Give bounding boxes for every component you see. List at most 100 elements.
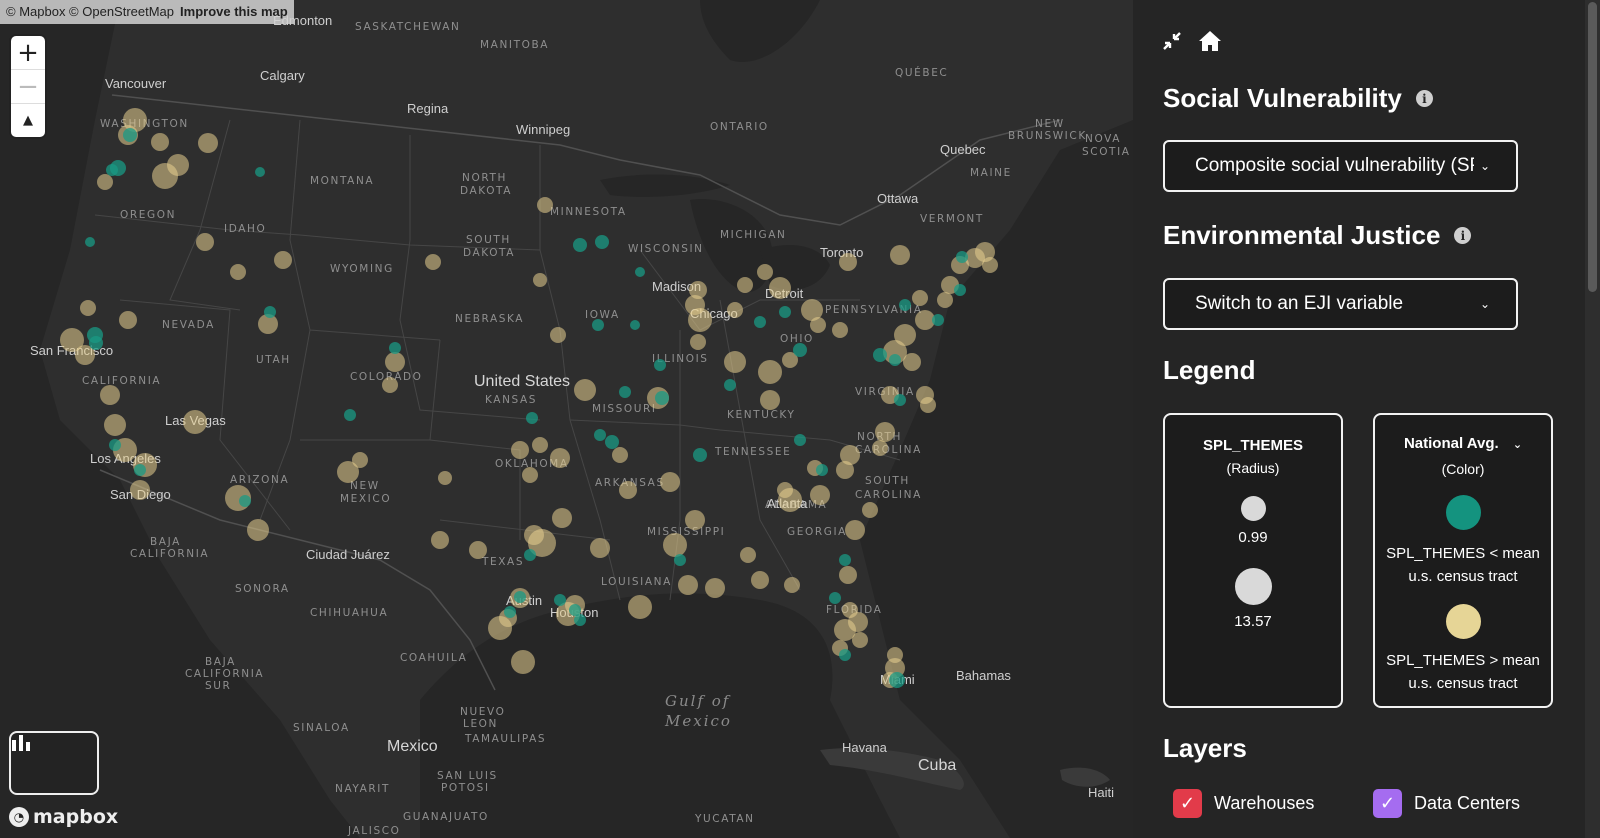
map-data-point[interactable]: [836, 461, 854, 479]
map-data-point[interactable]: [594, 429, 606, 441]
map-data-point[interactable]: [834, 619, 856, 641]
map-data-point[interactable]: [872, 440, 888, 456]
map-data-point[interactable]: [537, 197, 553, 213]
panel-scrollbar[interactable]: [1585, 0, 1600, 838]
map-data-point[interactable]: [784, 577, 800, 593]
map-data-point[interactable]: [573, 238, 587, 252]
map-data-point[interactable]: [247, 519, 269, 541]
map-data-point[interactable]: [239, 495, 251, 507]
map-data-point[interactable]: [956, 251, 968, 263]
map-data-point[interactable]: [737, 277, 753, 293]
map-data-point[interactable]: [274, 251, 292, 269]
map-data-point[interactable]: [552, 508, 572, 528]
map-data-point[interactable]: [655, 391, 669, 405]
map-data-point[interactable]: [438, 471, 452, 485]
compass-button[interactable]: ▲: [11, 104, 45, 137]
map-data-point[interactable]: [382, 377, 398, 393]
map-data-point[interactable]: [612, 447, 628, 463]
social-variable-select[interactable]: Composite social vulnerability (SP ⌄: [1163, 140, 1518, 192]
map-data-point[interactable]: [106, 164, 118, 176]
map-data-point[interactable]: [532, 437, 548, 453]
map-data-point[interactable]: [264, 306, 276, 318]
map-data-point[interactable]: [769, 277, 791, 299]
map-data-point[interactable]: [183, 410, 207, 434]
map-data-point[interactable]: [619, 386, 631, 398]
map-data-point[interactable]: [595, 235, 609, 249]
map-data-point[interactable]: [816, 464, 828, 476]
map-data-point[interactable]: [920, 397, 936, 413]
map-data-point[interactable]: [912, 290, 928, 306]
map-data-point[interactable]: [760, 390, 780, 410]
map-data-point[interactable]: [839, 253, 857, 271]
map-data-point[interactable]: [740, 547, 756, 563]
improve-map-link[interactable]: Improve this map: [180, 4, 288, 19]
map-data-point[interactable]: [230, 264, 246, 280]
map-data-point[interactable]: [832, 322, 848, 338]
map-data-point[interactable]: [80, 300, 96, 316]
map-data-point[interactable]: [890, 245, 910, 265]
map-data-point[interactable]: [488, 616, 512, 640]
map-data-point[interactable]: [550, 448, 570, 468]
map-data-point[interactable]: [779, 306, 791, 318]
map-data-point[interactable]: [894, 394, 906, 406]
map-data-point[interactable]: [705, 578, 725, 598]
map-data-point[interactable]: [85, 237, 95, 247]
map-data-point[interactable]: [903, 353, 921, 371]
map-data-point[interactable]: [524, 549, 536, 561]
map-data-point[interactable]: [982, 257, 998, 273]
map-data-point[interactable]: [754, 316, 766, 328]
map-data-point[interactable]: [385, 352, 405, 372]
map-data-point[interactable]: [469, 541, 487, 559]
map-data-point[interactable]: [196, 233, 214, 251]
map-data-point[interactable]: [875, 422, 895, 442]
map-data-point[interactable]: [352, 452, 368, 468]
map-data-point[interactable]: [628, 595, 652, 619]
zoom-in-button[interactable]: +: [11, 36, 45, 70]
map-data-point[interactable]: [932, 314, 944, 326]
map-data-point[interactable]: [592, 319, 604, 331]
map-data-point[interactable]: [526, 412, 538, 424]
map-data-point[interactable]: [839, 554, 851, 566]
map-data-point[interactable]: [685, 510, 705, 530]
map-data-point[interactable]: [151, 133, 169, 151]
color-legend-select[interactable]: National Avg. ⌄: [1375, 435, 1551, 452]
map-data-point[interactable]: [873, 348, 887, 362]
map-data-point[interactable]: [839, 566, 857, 584]
mapbox-logo[interactable]: ◔ mapbox: [9, 806, 118, 828]
checkbox-data-centers[interactable]: ✓: [1373, 789, 1402, 818]
map-data-point[interactable]: [693, 448, 707, 462]
map-data-point[interactable]: [389, 342, 401, 354]
map-data-point[interactable]: [152, 163, 178, 189]
map-data-point[interactable]: [524, 525, 544, 545]
map-data-point[interactable]: [777, 482, 793, 498]
map-data-point[interactable]: [511, 441, 529, 459]
map-data-point[interactable]: [514, 591, 526, 603]
map-data-point[interactable]: [654, 359, 666, 371]
map-data-point[interactable]: [130, 480, 150, 500]
map-data-point[interactable]: [810, 485, 830, 505]
map-data-point[interactable]: [630, 320, 640, 330]
map-data-point[interactable]: [344, 409, 356, 421]
info-icon[interactable]: i: [1415, 90, 1433, 107]
chart-toggle-button[interactable]: [9, 731, 99, 795]
map-data-point[interactable]: [100, 385, 120, 405]
map-data-point[interactable]: [554, 594, 566, 606]
map-data-point[interactable]: [793, 343, 807, 357]
map-data-point[interactable]: [889, 672, 905, 688]
scrollbar-thumb[interactable]: [1588, 2, 1597, 292]
map-data-point[interactable]: [674, 554, 686, 566]
map-data-point[interactable]: [104, 414, 126, 436]
zoom-out-button[interactable]: −: [11, 70, 45, 104]
info-icon[interactable]: i: [1454, 227, 1472, 244]
map-data-point[interactable]: [845, 520, 865, 540]
map-data-point[interactable]: [504, 606, 516, 618]
map-data-point[interactable]: [619, 481, 637, 499]
map-data-point[interactable]: [431, 531, 449, 549]
map-data-point[interactable]: [758, 360, 782, 384]
map-data-point[interactable]: [255, 167, 265, 177]
map-data-point[interactable]: [574, 614, 586, 626]
map-data-point[interactable]: [590, 538, 610, 558]
map-data-point[interactable]: [937, 292, 953, 308]
map-data-point[interactable]: [899, 299, 911, 311]
map-data-point[interactable]: [757, 264, 773, 280]
